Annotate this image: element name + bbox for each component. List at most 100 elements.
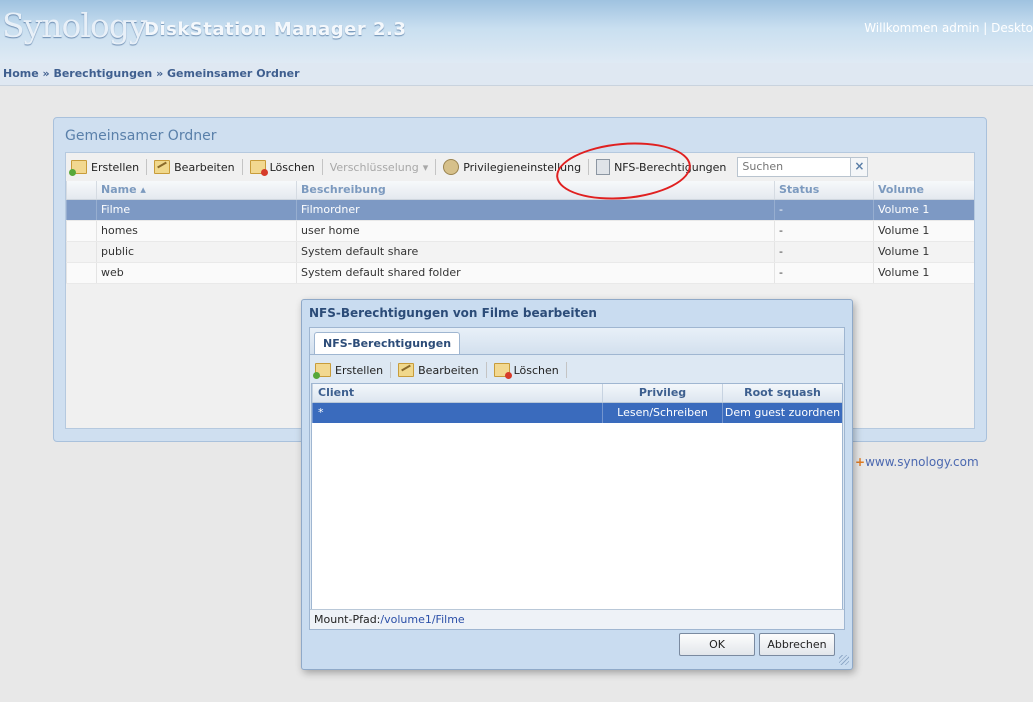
synology-website-link[interactable]: +www.synology.com [855, 455, 979, 469]
cancel-button[interactable]: Abbrechen [759, 633, 835, 656]
grid-body: Filme Filmordner - Volume 1 homes user h… [66, 200, 974, 284]
privileges-label: Privilegieneinstellung [463, 160, 582, 174]
cell-status: - [774, 242, 873, 262]
delete-button[interactable]: Löschen [245, 156, 320, 178]
chevron-down-icon: ▾ [422, 160, 429, 174]
encryption-label: Verschlüsselung [329, 160, 419, 174]
edit-label: Bearbeiten [174, 160, 235, 174]
nfs-permissions-dialog: NFS-Berechtigungen von Filme bearbeiten … [301, 299, 853, 670]
cell-privilege: Lesen/Schreiben [602, 403, 722, 423]
folder-delete-icon [249, 160, 268, 176]
table-row[interactable]: web System default shared folder - Volum… [66, 263, 974, 284]
column-name[interactable]: Name ▴ [96, 181, 296, 199]
encryption-button[interactable]: Verschlüsselung ▾ [325, 156, 433, 178]
dialog-delete-label: Löschen [513, 363, 559, 377]
column-client[interactable]: Client [312, 384, 602, 402]
mount-path: Mount-Pfad:/volume1/Filme [310, 609, 844, 629]
table-row[interactable]: Filme Filmordner - Volume 1 [66, 200, 974, 221]
nfs-icon [596, 159, 611, 175]
cell-volume: Volume 1 [873, 263, 974, 283]
column-root-squash[interactable]: Root squash [722, 384, 842, 402]
cell-volume: Volume 1 [873, 242, 974, 262]
column-name-label: Name [101, 183, 137, 196]
nfs-permissions-button[interactable]: NFS-Berechtigungen [591, 156, 731, 178]
dialog-edit-label: Bearbeiten [418, 363, 479, 377]
app-header: Synology DiskStation Manager 2.3 Willkom… [0, 0, 1033, 63]
cell-description: Filmordner [296, 200, 774, 220]
dialog-tab-bar: NFS-Berechtigungen [310, 328, 844, 355]
dialog-body: NFS-Berechtigungen Erstellen Bearbeiten … [309, 327, 845, 630]
toolbar-separator [146, 159, 148, 175]
mount-path-value: /volume1/Filme [380, 613, 465, 626]
row-spacer [66, 200, 96, 220]
client-grid-header: Client Privileg Root squash [312, 384, 842, 403]
plus-icon: + [855, 455, 866, 469]
privileges-icon [443, 159, 460, 175]
cell-name: web [96, 263, 296, 283]
row-spacer [66, 263, 96, 283]
toolbar-separator [588, 159, 590, 175]
column-description[interactable]: Beschreibung [296, 181, 774, 199]
panel-title: Gemeinsamer Ordner [65, 128, 217, 144]
breadcrumb-path[interactable]: Home » Berechtigungen » Gemeinsamer Ordn… [3, 67, 300, 80]
edit-icon [398, 363, 415, 377]
row-spacer [66, 242, 96, 262]
cell-client: * [312, 403, 602, 423]
shared-folder-grid: Name ▴ Beschreibung Status Volume Filme … [66, 181, 974, 284]
dialog-toolbar: Erstellen Bearbeiten Löschen [310, 359, 844, 381]
toolbar-separator [390, 362, 392, 378]
edit-button[interactable]: Bearbeiten [149, 156, 239, 178]
cell-description: System default shared folder [296, 263, 774, 283]
cell-status: - [774, 200, 873, 220]
column-privilege[interactable]: Privileg [602, 384, 722, 402]
toolbar-separator [321, 159, 323, 175]
dialog-create-label: Erstellen [335, 363, 384, 377]
cell-status: - [774, 263, 873, 283]
sort-ascending-icon: ▴ [140, 183, 146, 196]
breadcrumb: Home » Berechtigungen » Gemeinsamer Ordn… [0, 63, 1033, 86]
toolbar-separator [565, 362, 567, 378]
delete-label: Löschen [269, 160, 315, 174]
resize-grip-icon[interactable] [839, 655, 849, 665]
cell-name: homes [96, 221, 296, 241]
delete-icon [493, 363, 512, 379]
nfs-label: NFS-Berechtigungen [614, 160, 727, 174]
toolbar-separator [241, 159, 243, 175]
ok-button[interactable]: OK [679, 633, 755, 656]
synology-logo: Synology [2, 6, 148, 45]
search-field: × [737, 157, 869, 177]
link-label: www.synology.com [865, 455, 979, 469]
create-button[interactable]: Erstellen [66, 156, 144, 178]
shared-folder-toolbar: Erstellen Bearbeiten Löschen Verschlüsse… [66, 153, 869, 181]
cell-description: user home [296, 221, 774, 241]
clear-search-icon[interactable]: × [850, 157, 869, 177]
cell-name: Filme [96, 200, 296, 220]
dialog-title: NFS-Berechtigungen von Filme bearbeiten [309, 306, 597, 320]
create-label: Erstellen [91, 160, 140, 174]
cell-description: System default share [296, 242, 774, 262]
column-volume[interactable]: Volume [873, 181, 974, 199]
dialog-edit-button[interactable]: Bearbeiten [393, 359, 483, 381]
cell-status: - [774, 221, 873, 241]
toolbar-separator [435, 159, 437, 175]
row-spacer [66, 221, 96, 241]
column-status[interactable]: Status [774, 181, 873, 199]
privileges-button[interactable]: Privilegieneinstellung [438, 156, 586, 178]
folder-edit-icon [154, 160, 171, 174]
grid-header: Name ▴ Beschreibung Status Volume [66, 181, 974, 200]
tab-nfs-permissions[interactable]: NFS-Berechtigungen [314, 332, 461, 354]
table-row[interactable]: public System default share - Volume 1 [66, 242, 974, 263]
search-input[interactable] [738, 158, 839, 174]
dialog-delete-button[interactable]: Löschen [489, 359, 564, 381]
welcome-text[interactable]: Willkommen admin | Deskto [864, 21, 1033, 35]
table-row[interactable]: homes user home - Volume 1 [66, 221, 974, 242]
table-row[interactable]: * Lesen/Schreiben Dem guest zuordnen [312, 403, 842, 423]
mount-path-label: Mount-Pfad: [314, 613, 381, 626]
nfs-client-grid: Client Privileg Root squash * Lesen/Schr… [311, 383, 843, 610]
product-title: DiskStation Manager 2.3 [144, 19, 407, 40]
grid-header-spacer [66, 181, 96, 199]
dialog-create-button[interactable]: Erstellen [310, 359, 388, 381]
add-icon [313, 363, 331, 379]
toolbar-separator [485, 362, 487, 378]
folder-add-icon [69, 160, 87, 176]
